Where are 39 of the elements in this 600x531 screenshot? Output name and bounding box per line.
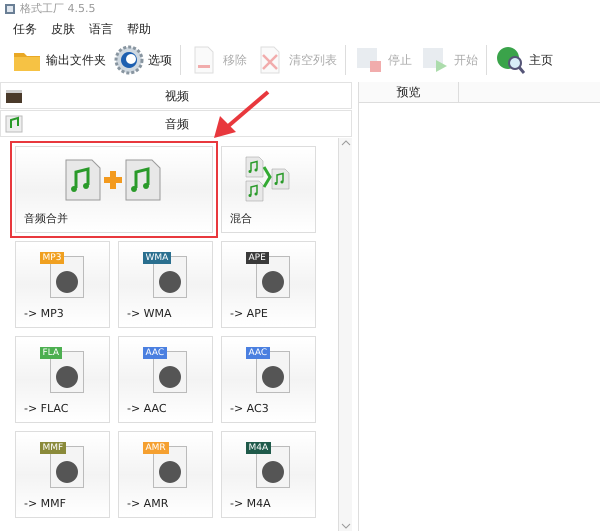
format-tag: WMA xyxy=(142,252,172,264)
conversion-tile[interactable]: AMR -> AMR xyxy=(118,431,213,518)
menu-item[interactable]: 任务 xyxy=(8,20,42,38)
gear-icon xyxy=(114,45,144,75)
format-tag: AAC xyxy=(142,347,168,359)
menu-item[interactable]: 语言 xyxy=(84,20,118,38)
conversion-tile[interactable]: MMF -> MMF xyxy=(15,431,110,518)
toolbar-button[interactable]: 主页 xyxy=(491,45,557,75)
menu-item[interactable]: 皮肤 xyxy=(46,20,80,38)
format-tag: AAC xyxy=(246,347,270,359)
format-tag: MP3 xyxy=(40,252,64,264)
toolbar-button[interactable]: 选项 xyxy=(110,45,176,75)
arrow-drawing xyxy=(212,90,270,140)
scroll-up-icon xyxy=(340,138,350,148)
scrollbar[interactable] xyxy=(338,138,352,531)
conversion-tile[interactable]: APE -> APE xyxy=(221,241,316,328)
conversion-tile[interactable]: AAC -> AAC xyxy=(118,336,213,423)
conversion-tile[interactable]: 音频合并 xyxy=(15,146,213,233)
conversion-tile[interactable]: MP3 -> MP3 xyxy=(15,241,110,328)
conversion-tile[interactable]: AAC -> AC3 xyxy=(221,336,316,423)
format-tag: MMF xyxy=(40,442,66,454)
stop-icon xyxy=(354,45,384,75)
conversion-tile[interactable]: 混合 xyxy=(221,146,316,233)
format-tag: M4A xyxy=(246,442,272,454)
menu-item[interactable]: 帮助 xyxy=(122,20,156,38)
format-tag: APE xyxy=(246,252,269,264)
music-note-icon xyxy=(5,114,23,132)
globe-search-icon xyxy=(495,45,525,75)
toolbar-button[interactable]: 输出文件夹 xyxy=(8,45,110,75)
format-tag: FLA xyxy=(40,347,62,359)
conversion-tile[interactable]: M4A -> M4A xyxy=(221,431,316,518)
scroll-down-icon xyxy=(340,521,350,531)
conversion-tile[interactable]: FLA -> FLAC xyxy=(15,336,110,423)
format-tag: AMR xyxy=(142,442,169,454)
category-header[interactable]: 音频 xyxy=(0,110,352,137)
conversion-tile[interactable]: WMA -> WMA xyxy=(118,241,213,328)
app-icon xyxy=(4,3,16,15)
window-title: 格式工厂 4.5.5 xyxy=(20,0,96,17)
category-header[interactable]: 视频 xyxy=(0,82,352,109)
